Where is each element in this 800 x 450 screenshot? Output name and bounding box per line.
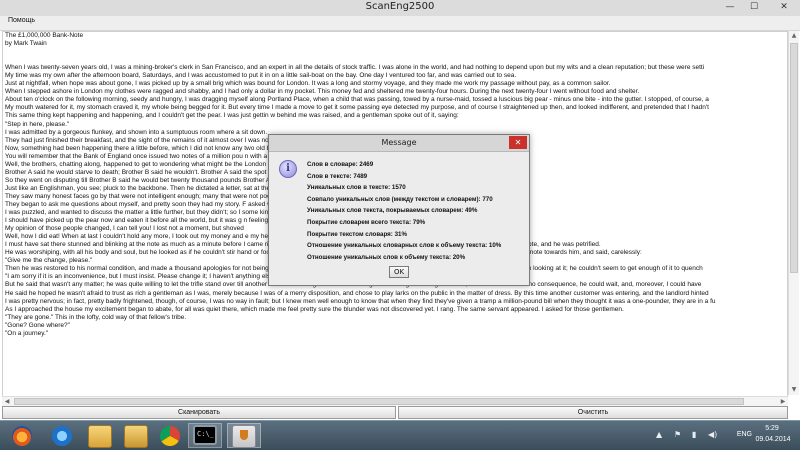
tray-expand-icon[interactable]: ▲ [656,430,662,439]
text-line: "Gone? Gone where?" [5,321,70,329]
clear-button[interactable]: Очистить [398,406,788,419]
text-line [3,56,787,64]
minimize-icon[interactable]: — [722,0,738,14]
file-explorer-icon[interactable] [124,425,148,448]
ok-button[interactable]: OK [389,266,409,278]
scroll-down-icon[interactable]: ▼ [789,385,799,395]
window-titlebar[interactable]: ScanEng2500 — ☐ ✕ [0,0,800,17]
text-line: by Mark Twain [5,40,47,48]
text-line: When I stepped ashore in London my cloth… [5,88,640,96]
close-icon[interactable]: ✕ [770,0,798,14]
text-line: My time was my own after the afternoon b… [5,72,517,80]
language-indicator[interactable]: ENG [737,431,752,438]
clock-time[interactable]: 5:29 [752,425,792,432]
stat-line: Покрытие словарем всего текста: 79% [307,218,426,226]
vertical-scroll-thumb[interactable] [790,43,798,273]
system-tray: ▲ ⚑ ▮ ◀) ENG 5:29 09.04.2014 [640,421,800,450]
stat-line: Совпало уникальных слов (между текстом и… [307,195,493,203]
stats-list: Слов в словаре: 2469 Слов в тексте: 7489 У… [307,159,501,263]
text-line: As I approached the house my excitement … [5,305,624,313]
command-prompt-icon[interactable]: C:\_ [193,425,217,445]
stat-line: Слов в словаре: 2469 [307,161,374,168]
dialog-titlebar[interactable]: Message ✕ [269,135,529,152]
file-explorer-icon[interactable] [88,425,112,448]
text-line: I was pretty nervous; in fact, pretty ba… [5,297,716,305]
internet-explorer-icon[interactable] [52,426,72,446]
text-line: "They are gone." This in the lofty, cold… [5,313,187,321]
dialog-title: Message [381,138,417,147]
java-icon[interactable] [232,425,256,448]
scan-button[interactable]: Сканировать [2,406,396,419]
text-line: He said he hoped he wasn't afraid to tru… [5,289,709,297]
scroll-up-icon[interactable]: ▲ [789,31,799,41]
chrome-icon[interactable] [160,426,180,446]
flag-icon[interactable]: ⚑ [674,430,681,439]
horizontal-scrollbar[interactable]: ◀ ▶ [2,396,788,406]
maximize-icon[interactable]: ☐ [746,0,762,14]
text-line: The £1,000,000 Bank-Note [5,32,84,39]
network-icon[interactable]: ▮ [692,430,696,439]
message-dialog: Message ✕ i Слов в словаре: 2469 Слов в т… [268,134,530,286]
text-line: "Step in here, please." [5,120,70,128]
menu-help[interactable]: Помощь [8,17,35,24]
text-line: When I was twenty-seven years old, I was… [5,64,705,72]
stat-line: Покрытие текстом словаря: 31% [307,230,407,238]
clock-date[interactable]: 09.04.2014 [752,436,794,443]
text-line [3,48,787,56]
stat-line: Уникальных слов текста, покрываемых слов… [307,207,478,215]
volume-icon[interactable]: ◀) [708,430,717,439]
stat-line: Отношение уникальных слов к объему текст… [307,253,466,261]
stat-line: Слов в тексте: 7489 [307,172,368,180]
text-line: About ten o'clock on the following morni… [5,96,709,104]
text-line: This same thing kept happening and happe… [5,112,459,120]
menu-bar: Помощь [0,16,800,31]
stat-line: Уникальных слов в тексте: 1570 [307,184,406,192]
text-line: Just at nightfall, when hope was about g… [5,80,611,88]
scroll-right-icon[interactable]: ▶ [778,397,788,406]
horizontal-scroll-thumb[interactable] [14,398,744,405]
scroll-left-icon[interactable]: ◀ [2,397,12,406]
stat-line: Отношение уникальных словарных слов к об… [307,242,502,250]
window-title: ScanEng2500 [365,1,435,12]
dialog-close-icon[interactable]: ✕ [509,136,527,149]
text-line: My mouth watered for it, my stomach crav… [5,104,709,112]
info-icon: i [279,160,297,178]
firefox-icon[interactable] [12,426,32,446]
text-line: "On a journey." [5,329,49,337]
vertical-scrollbar[interactable]: ▲ ▼ [788,31,799,395]
taskbar: C:\_ ▲ ⚑ ▮ ◀) ENG 5:29 09.04.2014 [0,420,800,450]
